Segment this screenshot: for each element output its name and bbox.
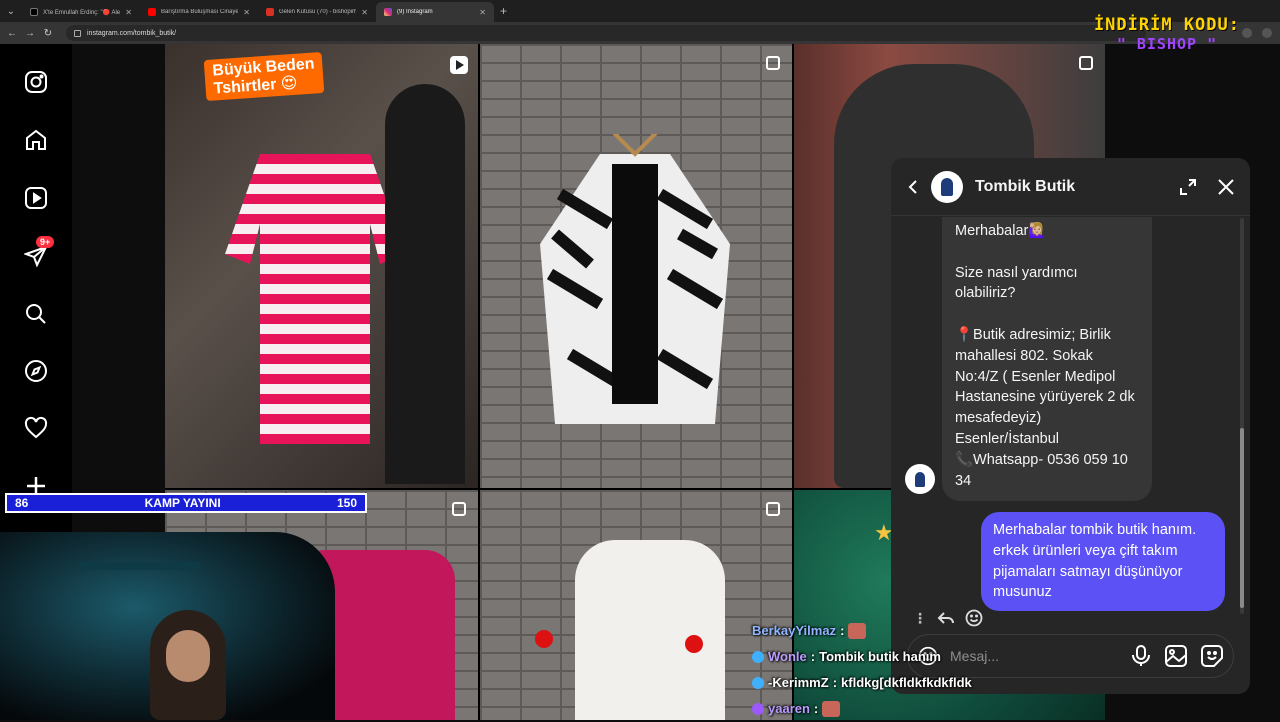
sale-sign-text: Büyük Beden Tshirtler 😍 (203, 51, 325, 102)
tab-title: Barıştırma Buluşması Cinayetle... (161, 9, 239, 15)
post-thumbnail[interactable]: Büyük Beden Tshirtler 😍 (165, 44, 478, 488)
reels-icon[interactable] (22, 184, 50, 212)
tab-title: X'te Emrullah Erdinç: "🔴 Aleyna (43, 9, 121, 16)
dm-header: Tombik Butik (891, 158, 1250, 216)
new-tab-icon[interactable]: + (500, 4, 507, 18)
model-figure (385, 84, 465, 484)
browser-toolbar-icons (1242, 28, 1272, 38)
messages-icon[interactable]: 9+ (22, 236, 55, 270)
stream-goal-bar: 86 KAMP YAYINI 150 (5, 493, 367, 513)
user-badge-icon (752, 703, 764, 715)
scrollbar-thumb[interactable] (1240, 428, 1244, 608)
streamer-webcam (0, 532, 335, 720)
close-tab-icon[interactable]: ✕ (243, 8, 250, 17)
tab-title: (9) Instagram (397, 9, 433, 15)
ornament-image (535, 630, 553, 648)
post-thumbnail[interactable] (480, 44, 792, 488)
browser-tab-bar: ⌄ X'te Emrullah Erdinç: "🔴 Aleyna ✕ Barı… (0, 0, 1280, 22)
chat-text: Tombik butik hanım (819, 649, 941, 664)
striped-shirt-image (225, 154, 405, 444)
carousel-icon (452, 502, 466, 516)
instagram-favicon-icon (384, 8, 392, 16)
zebra-jacket-image (540, 134, 730, 424)
microphone-icon[interactable] (1131, 645, 1151, 667)
carousel-icon (766, 502, 780, 516)
close-icon[interactable] (1216, 177, 1236, 197)
promo-code-overlay: İNDİRİM KODU: " BISHOP " (1094, 17, 1240, 52)
dm-chat-panel: Tombik Butik Merhabalar🙋🏼‍♀️ Size nasıl … (891, 158, 1250, 694)
browser-tab-active[interactable]: (9) Instagram ✕ (376, 2, 494, 22)
browser-tab[interactable]: X'te Emrullah Erdinç: "🔴 Aleyna ✕ (22, 2, 140, 22)
heart-icon[interactable] (22, 414, 50, 442)
close-tab-icon[interactable]: ✕ (125, 8, 132, 17)
chat-message: -KerimmZ: kfldkg[dkfldkfkdkfldk (752, 670, 972, 696)
carousel-icon (766, 56, 780, 70)
forward-icon[interactable]: → (24, 28, 36, 39)
close-tab-icon[interactable]: ✕ (361, 8, 368, 17)
goal-title: KAMP YAYINI (144, 496, 221, 510)
explore-compass-icon[interactable] (22, 357, 50, 385)
outgoing-message[interactable]: Merhabalar tombik butik hanım. erkek ürü… (981, 512, 1225, 612)
back-icon[interactable] (905, 179, 921, 195)
url-field[interactable]: instagram.com/tombik_butik/ (66, 25, 1146, 41)
goal-target: 150 (336, 496, 357, 510)
notification-badge: 9+ (36, 236, 55, 248)
instagram-logo-icon[interactable] (22, 68, 50, 96)
goal-current: 86 (15, 496, 29, 510)
back-icon[interactable]: ← (6, 28, 18, 39)
sender-avatar[interactable] (905, 464, 935, 494)
incoming-message[interactable]: Merhabalar🙋🏼‍♀️ Size nasıl yardımcı olab… (942, 217, 1152, 502)
gmail-favicon-icon (266, 8, 274, 16)
address-bar-row: ← → ↻ instagram.com/tombik_butik/ (0, 22, 1280, 44)
message-thread: Merhabalar🙋🏼‍♀️ Size nasıl yardımcı olab… (891, 217, 1250, 632)
close-tab-icon[interactable]: ✕ (479, 8, 486, 17)
menu-icon[interactable] (1262, 28, 1272, 38)
tab-search-chevron-icon[interactable]: ⌄ (0, 0, 22, 22)
carousel-icon (1079, 56, 1093, 70)
user-badge-icon (752, 651, 764, 663)
reel-icon (450, 56, 468, 74)
chat-message: yaaren: (752, 696, 972, 722)
home-icon[interactable] (22, 126, 50, 154)
chat-emote-icon (848, 623, 867, 639)
white-coat-image (575, 540, 725, 720)
chat-message: BerkayYilmaz: (752, 618, 972, 644)
search-icon[interactable] (22, 300, 50, 328)
site-info-icon[interactable] (74, 29, 81, 37)
user-badge-icon (752, 677, 764, 689)
tab-title: Gelen Kutusu (70) - bishopirl99@... (279, 9, 356, 15)
stream-chat: BerkayYilmaz: Wonle: Tombik butik hanım … (752, 618, 972, 722)
post-thumbnail[interactable] (480, 490, 792, 720)
chat-username: Wonle (768, 649, 807, 664)
chat-text: kfldkg[dkfldkfkdkfldk (841, 675, 972, 690)
promo-code: " BISHOP " (1116, 35, 1218, 53)
url-text: instagram.com/tombik_butik/ (87, 29, 177, 37)
expand-icon[interactable] (1178, 177, 1198, 197)
browser-tab[interactable]: Gelen Kutusu (70) - bishopirl99@... ✕ (258, 2, 376, 22)
message-input[interactable] (950, 648, 1131, 664)
background-shelf (80, 562, 200, 570)
scrollbar[interactable] (1240, 218, 1244, 614)
sticker-icon[interactable] (1201, 645, 1223, 667)
x-favicon-icon (30, 8, 38, 16)
chat-username: BerkayYilmaz (752, 623, 837, 638)
youtube-favicon-icon (148, 8, 156, 16)
contact-name[interactable]: Tombik Butik (975, 178, 1178, 196)
avatar[interactable] (931, 170, 963, 203)
streamer-face (166, 630, 210, 682)
browser-tab[interactable]: Barıştırma Buluşması Cinayetle... ✕ (140, 2, 258, 22)
chat-username: -KerimmZ (768, 675, 829, 690)
ornament-image (685, 635, 703, 653)
promo-title: İNDİRİM KODU: (1093, 15, 1240, 35)
chat-message: Wonle: Tombik butik hanım (752, 644, 972, 670)
chat-emote-icon (822, 701, 841, 717)
reload-icon[interactable]: ↻ (42, 28, 54, 39)
profile-icon[interactable] (1242, 28, 1252, 38)
image-upload-icon[interactable] (1165, 645, 1187, 667)
chat-username: yaaren (768, 701, 810, 716)
